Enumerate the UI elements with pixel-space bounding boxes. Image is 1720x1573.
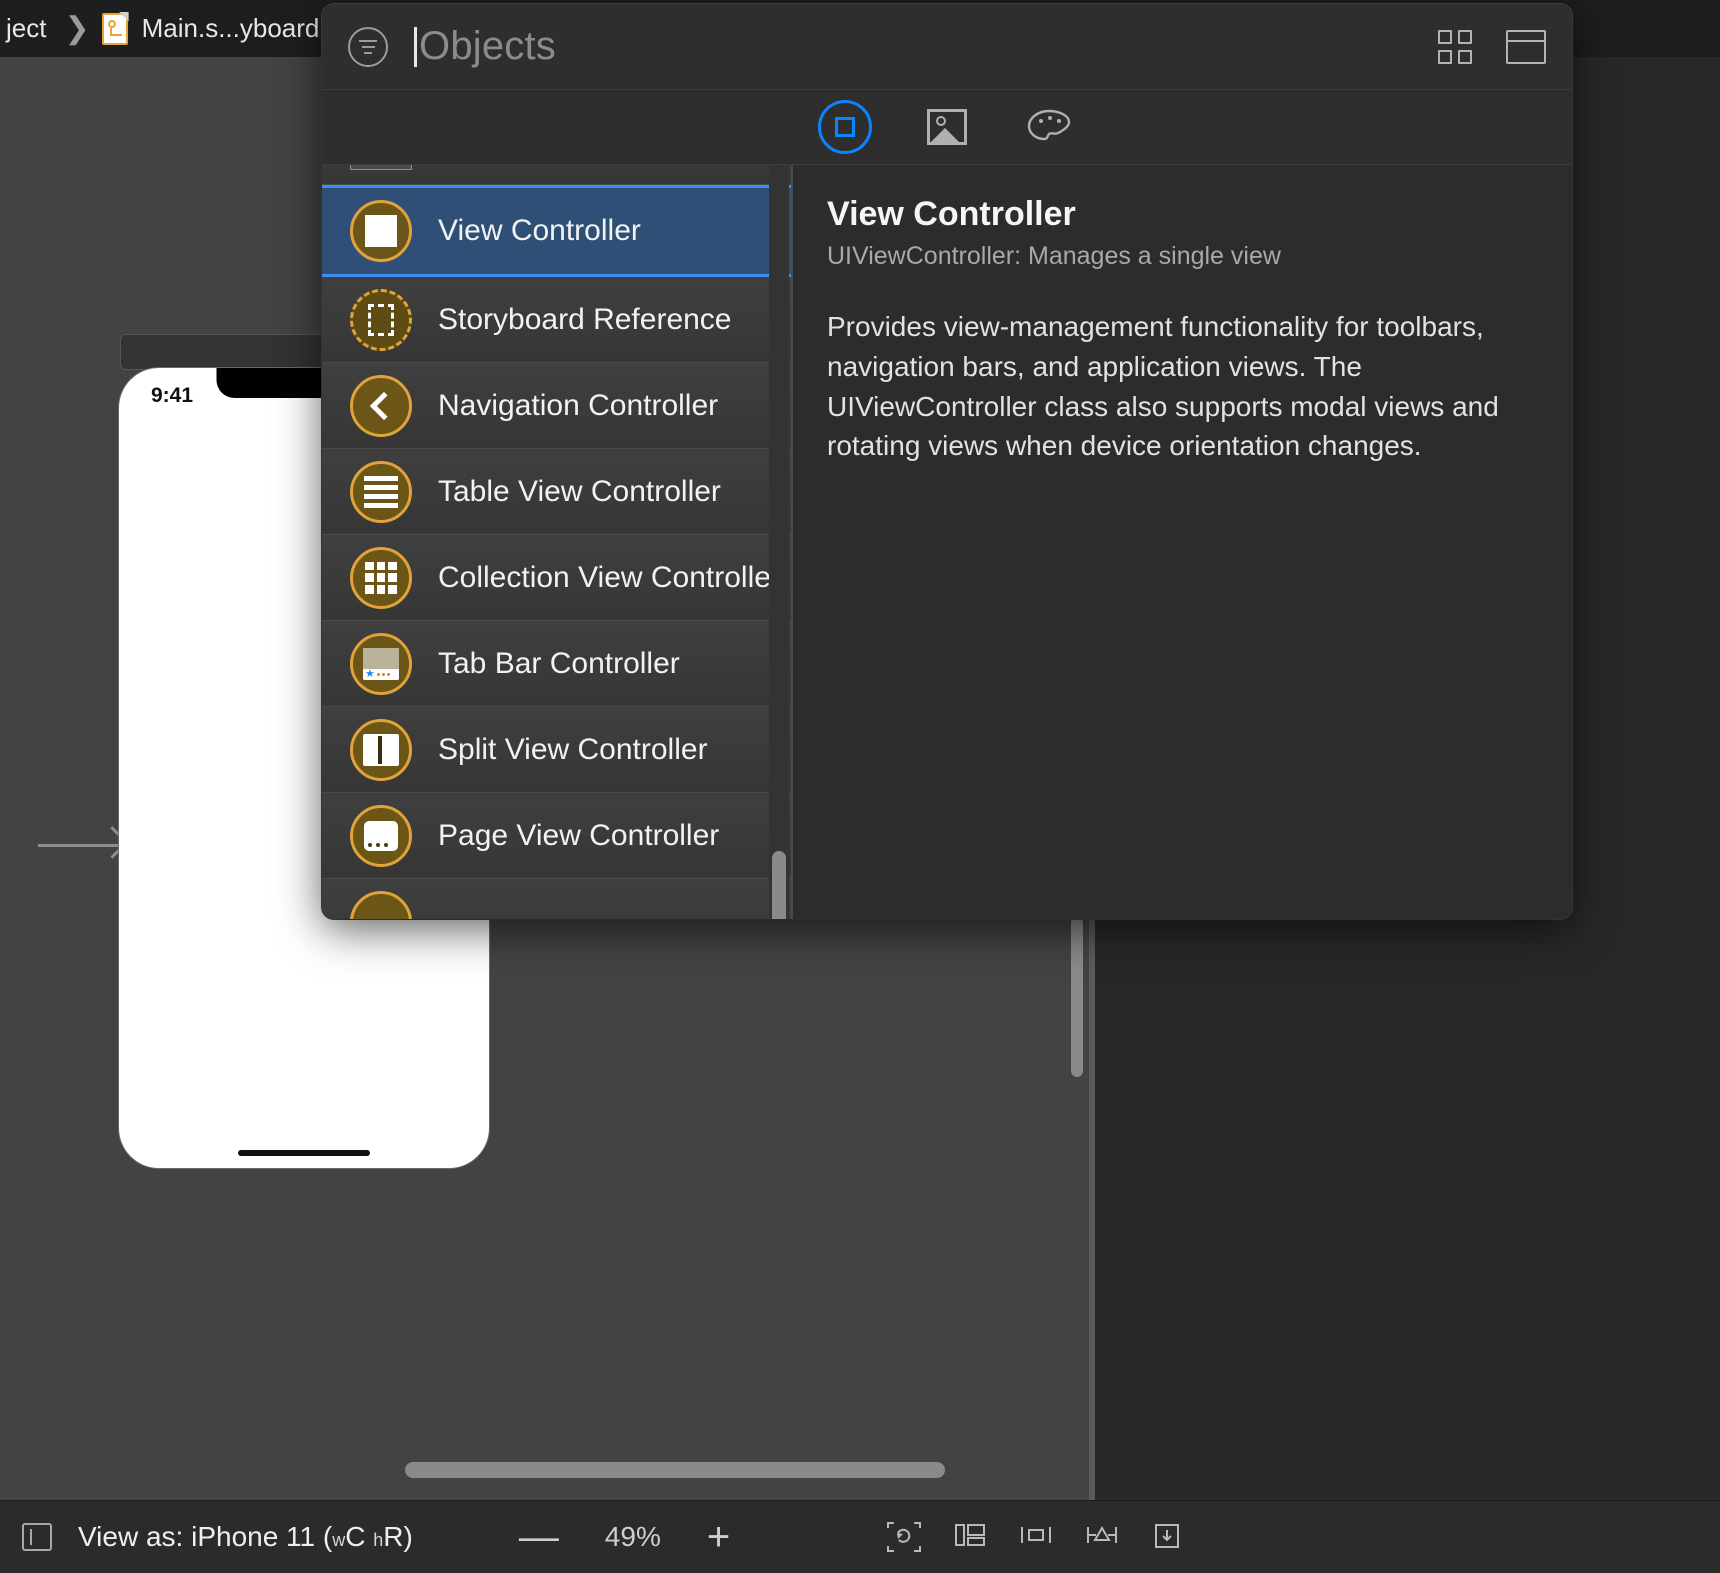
canvas-bottom-toolbar: View as: iPhone 11 (wC hR) — 49% + [0,1500,1720,1573]
view-as-hr: R [383,1521,404,1552]
list-item-label: Split View Controller [438,732,708,766]
list-item[interactable]: Table View Controller [322,449,791,535]
breadcrumb-label: ject [6,13,47,43]
document-outline-toggle-icon[interactable] [22,1523,52,1551]
list-item-selected[interactable]: View Controller [322,185,791,277]
align-icon[interactable] [1018,1521,1054,1553]
text-caret [414,26,417,67]
detail-title: View Controller [827,195,1076,233]
list-item-label: Table View Controller [438,474,721,508]
view-as-w: w [332,1530,346,1550]
sample-item-3: Item 3 [350,165,412,171]
collection-view-controller-icon [350,546,412,609]
detail-description: Provides view-management functionality f… [827,311,1499,462]
storyboard-entry-point-arrow [38,844,122,847]
status-bar-time: 9:41 [151,384,194,407]
resolve-auto-layout-icon[interactable] [1150,1521,1186,1553]
list-item[interactable]: Navigation Controller [322,363,791,449]
zoom-in-button[interactable]: + [707,1517,730,1557]
view-as-label[interactable]: View as: iPhone 11 (wC hR) [78,1521,413,1553]
zoom-level: 49% [604,1521,661,1552]
breadcrumb-item-storyboard[interactable]: Main.s...yboard [101,11,326,45]
breadcrumb-item-project[interactable]: ject [0,13,52,44]
objects-tab[interactable] [818,100,872,154]
list-scroll-track [769,165,789,919]
list-scrollbar-thumb[interactable] [772,851,786,919]
search-placeholder: Objects [419,24,557,68]
zoom-out-button[interactable]: — [519,1517,559,1557]
table-view-controller-icon [350,460,412,523]
tab-bar-controller-icon: ★ [350,632,412,695]
detail-view-icon[interactable] [1506,29,1546,64]
list-item-label: Collection View Controller [438,560,781,594]
color-tab[interactable] [1022,100,1076,154]
list-item[interactable]: Item 1 Item 2 Item 3 Inline Section Menu [322,165,791,185]
library-detail-pane: View Controller UIViewController: Manage… [792,165,1572,919]
media-tab[interactable] [920,100,974,154]
list-item[interactable]: ★ Tab Bar Controller [322,621,791,707]
view-as-h: h [373,1530,384,1550]
list-item[interactable]: Page View Controller [322,793,791,879]
filter-icon[interactable] [348,26,388,67]
page-view-controller-icon [350,804,412,867]
list-item[interactable]: Collection View Controller [322,535,791,621]
objects-icon [835,117,855,137]
canvas-vertical-scrollbar[interactable] [1071,917,1083,1077]
home-indicator [238,1150,370,1156]
library-search-field[interactable]: Objects [414,24,1438,69]
list-item-label: Storyboard Reference [438,302,732,336]
embed-in-icon[interactable] [952,1521,988,1553]
library-header: Objects [322,4,1572,90]
list-item-label: Page View Controller [438,818,720,852]
breadcrumb-label: Main.s...yboard [141,13,320,43]
canvas-horizontal-scrollbar[interactable] [405,1462,945,1478]
media-image-icon [927,109,967,145]
breadcrumb-separator: ❯ [64,12,90,45]
inline-section-menu-icon: Item 1 Item 2 Item 3 [350,165,412,171]
objects-library-popover[interactable]: Objects View Controller Storyboard Refer… [322,4,1572,919]
storyboard-file-icon [101,11,129,45]
add-constraints-icon[interactable] [1084,1521,1120,1553]
list-item[interactable]: Split View Controller [322,707,791,793]
update-frames-icon[interactable] [886,1521,922,1553]
library-body: Item 1 Item 2 Item 3 Inline Section Menu… [322,165,1572,919]
view-as-prefix: View as: iPhone 11 ( [78,1521,333,1552]
grid-view-icon[interactable] [1438,29,1472,64]
detail-subtitle: UIViewController: Manages a single view [827,242,1281,270]
color-palette-icon [1027,109,1071,141]
list-item-label: View Controller [438,214,641,247]
view-as-wc: C [345,1521,366,1552]
view-controller-icon [350,200,412,262]
storyboard-reference-icon [350,288,412,351]
view-as-suffix: ) [403,1521,413,1552]
library-tabs [322,90,1572,165]
navigation-controller-icon [350,374,412,437]
list-item[interactable] [322,879,791,919]
list-item-label: Tab Bar Controller [438,646,680,680]
list-item-label: Navigation Controller [438,388,719,422]
library-item-list[interactable]: Item 1 Item 2 Item 3 Inline Section Menu… [322,165,792,919]
list-item[interactable]: Storyboard Reference [322,277,791,363]
split-view-controller-icon [350,718,412,781]
partial-row-icon [350,890,412,919]
